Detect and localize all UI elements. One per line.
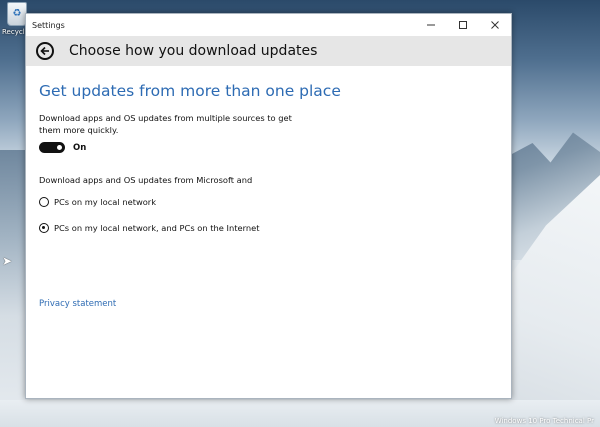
desktop-background-left [0,150,25,427]
window-title: Settings [32,20,65,30]
option-label: PCs on my local network, and PCs on the … [54,223,260,233]
mouse-cursor-icon: ➤ [2,254,13,268]
minimize-icon [427,24,435,26]
toggle-row: On [39,142,498,153]
toggle-state-label: On [73,142,87,153]
toggle-knob [57,145,62,150]
close-icon [491,21,499,29]
option-local-network[interactable]: PCs on my local network [39,197,498,207]
radio-local-and-internet[interactable] [39,223,49,233]
updates-toggle[interactable] [39,142,65,153]
privacy-statement-link[interactable]: Privacy statement [39,299,116,309]
source-options-description: Download apps and OS updates from Micros… [39,175,253,185]
settings-content: Get updates from more than one place Dow… [26,82,511,309]
window-titlebar[interactable]: Settings [26,14,511,36]
maximize-button[interactable] [447,14,479,36]
page-title: Choose how you download updates [69,43,318,59]
back-button[interactable] [36,42,54,60]
windows-watermark: Windows 10 Pro Technical Pr [494,417,594,425]
section-heading: Get updates from more than one place [39,82,341,100]
radio-local-network[interactable] [39,197,49,207]
recycle-bin-icon: ♻ [7,2,27,26]
minimize-button[interactable] [415,14,447,36]
option-label: PCs on my local network [54,197,157,207]
sources-description: Download apps and OS updates from multip… [39,113,292,135]
close-button[interactable] [479,14,511,36]
maximize-icon [459,21,467,29]
page-header: Choose how you download updates [26,36,511,66]
settings-window: Settings Choose how you download updates… [25,13,512,399]
back-arrow-icon [40,46,49,56]
option-local-and-internet[interactable]: PCs on my local network, and PCs on the … [39,223,498,233]
